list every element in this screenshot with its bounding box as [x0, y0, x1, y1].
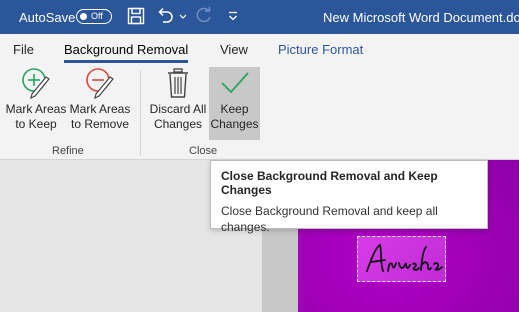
mark-keep-icon: [22, 68, 50, 99]
trash-icon: [168, 68, 188, 98]
document-title: New Microsoft Word Document.docx: [323, 10, 519, 25]
group-separator: [140, 70, 141, 156]
tab-picture-format[interactable]: Picture Format: [278, 42, 363, 57]
redo-icon[interactable]: [194, 7, 214, 25]
tooltip: Close Background Removal and Keep Change…: [210, 160, 488, 234]
discard-label-line1: Discard All: [149, 102, 207, 116]
mark-keep-label-line1: Mark Areas: [5, 102, 67, 116]
ribbon: File Background Removal View Picture For…: [0, 34, 519, 160]
toggle-knob: [80, 12, 87, 20]
mark-keep-label-line2: to Keep: [15, 117, 57, 131]
undo-dropdown-icon[interactable]: [178, 7, 188, 25]
mark-remove-label-line1: Mark Areas: [69, 102, 131, 116]
mark-areas-to-remove-button[interactable]: Mark Areas to Remove: [68, 67, 132, 140]
group-label-close: Close: [189, 145, 218, 157]
keep-label-line1: Keep: [220, 102, 249, 116]
checkmark-icon: [220, 72, 249, 94]
mark-remove-label-line2: to Remove: [70, 117, 130, 131]
tooltip-title: Close Background Removal and Keep Change…: [221, 169, 438, 197]
undo-icon[interactable]: [156, 7, 176, 25]
autosave-state: Off: [91, 11, 103, 21]
keep-label-line2: Changes: [210, 117, 259, 131]
tab-file[interactable]: File: [13, 42, 34, 57]
tab-background-removal[interactable]: Background Removal: [64, 42, 189, 63]
tab-view[interactable]: View: [220, 42, 248, 57]
autosave-label: AutoSave: [19, 10, 76, 25]
signature-image: [366, 243, 443, 272]
group-label-refine: Refine: [52, 145, 84, 157]
mark-areas-to-keep-button[interactable]: Mark Areas to Keep: [4, 67, 68, 140]
discard-label-line2: Changes: [153, 117, 203, 131]
discard-all-changes-button[interactable]: Discard All Changes: [146, 67, 210, 140]
keep-region-box[interactable]: [357, 236, 446, 282]
autosave-toggle[interactable]: Off: [76, 9, 112, 24]
customize-quick-access-icon[interactable]: [227, 7, 239, 25]
save-icon[interactable]: [127, 7, 145, 25]
tooltip-body: Close Background Removal and keep all ch…: [221, 204, 438, 234]
mark-remove-icon: [86, 68, 114, 99]
title-bar: AutoSave Off New Microsoft Word Document…: [0, 0, 519, 34]
keep-changes-button[interactable]: Keep Changes: [209, 67, 260, 140]
